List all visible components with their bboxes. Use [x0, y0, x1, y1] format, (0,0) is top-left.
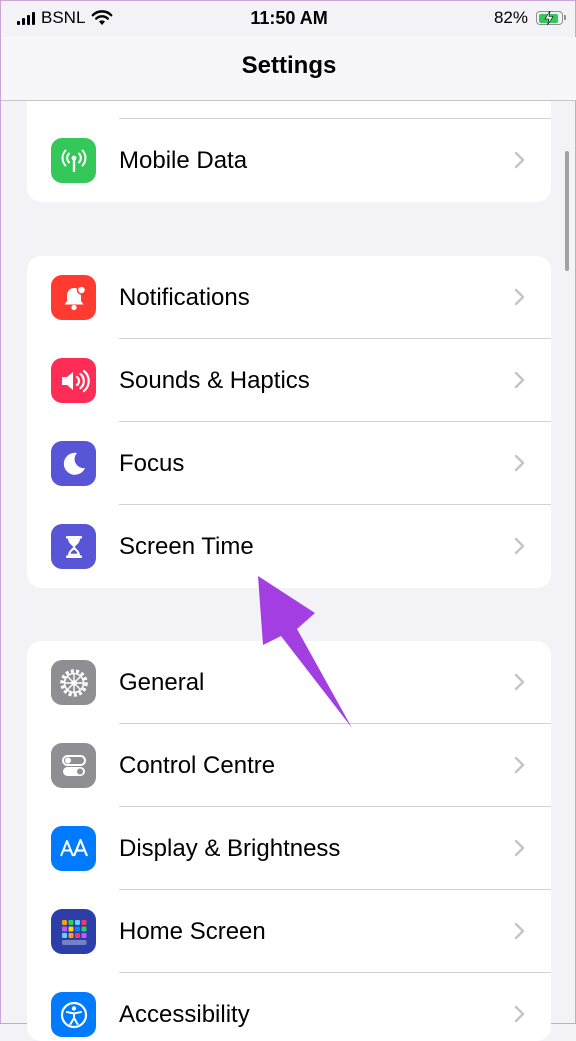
- sounds-icon-tile: [51, 358, 96, 403]
- general-icon-tile: [51, 660, 96, 705]
- display-icon-tile: [51, 826, 96, 871]
- battery-charging-icon: [536, 11, 566, 25]
- settings-row-label: Sounds & Haptics: [119, 367, 310, 394]
- scroll-indicator[interactable]: [565, 151, 569, 271]
- settings-row-label: Screen Time: [119, 533, 254, 560]
- speaker-icon: [61, 369, 90, 392]
- settings-row-label: Notifications: [119, 284, 250, 311]
- chevron-right-icon: [514, 454, 525, 472]
- status-right: 82%: [493, 8, 566, 28]
- hourglass-icon: [65, 535, 82, 558]
- settings-row-label: Home Screen: [119, 918, 266, 945]
- chevron-right-icon: [514, 288, 525, 306]
- toggles-icon: [61, 754, 86, 776]
- settings-row-screen-time[interactable]: Screen Time: [27, 505, 551, 588]
- nav-header: Settings: [1, 37, 576, 101]
- settings-row-mobile-data[interactable]: Mobile Data: [27, 119, 551, 202]
- accessibility-icon: [60, 1001, 87, 1028]
- chevron-right-icon: [514, 151, 525, 169]
- gear-icon: [59, 668, 88, 697]
- battery-percent: 82%: [493, 8, 528, 27]
- settings-row-label: Mobile Data: [119, 147, 248, 174]
- settings-row-label: Control Centre: [119, 752, 276, 779]
- settings-group-notifications: Notifications Sounds & Haptics Focus Scr…: [27, 256, 551, 588]
- settings-group-connectivity: Mobile Data: [27, 101, 551, 202]
- home-screen-icon-tile: [51, 909, 96, 954]
- settings-row-display-brightness[interactable]: Display & Brightness: [27, 807, 551, 890]
- moon-icon: [63, 452, 85, 475]
- settings-row-sounds-haptics[interactable]: Sounds & Haptics: [27, 339, 551, 422]
- accessibility-icon-tile: [51, 992, 96, 1037]
- settings-row-home-screen[interactable]: Home Screen: [27, 890, 551, 973]
- settings-row-label: Accessibility: [119, 1001, 250, 1028]
- page-title: Settings: [241, 52, 337, 79]
- chevron-right-icon: [514, 371, 525, 389]
- app-grid-icon: [61, 919, 86, 945]
- mobile-data-icon-tile: [51, 138, 96, 183]
- settings-row-label: Focus: [119, 450, 185, 477]
- antenna-icon: [61, 149, 86, 172]
- chevron-right-icon: [514, 839, 525, 857]
- focus-icon-tile: [51, 441, 96, 486]
- chevron-right-icon: [514, 537, 525, 555]
- notifications-icon-tile: [51, 275, 96, 320]
- settings-row-label: General: [119, 669, 205, 696]
- status-time: 11:50 AM: [250, 8, 328, 28]
- chevron-right-icon: [514, 756, 525, 774]
- settings-row-notifications[interactable]: Notifications: [27, 256, 551, 339]
- chevron-right-icon: [514, 922, 525, 940]
- chevron-right-icon: [514, 1005, 525, 1023]
- settings-row-control-centre[interactable]: Control Centre: [27, 724, 551, 807]
- settings-row-accessibility[interactable]: Accessibility: [27, 973, 551, 1041]
- chevron-right-icon: [514, 673, 525, 691]
- settings-group-general: General Control Centre Display & Brightn…: [27, 641, 551, 1041]
- bell-icon: [64, 284, 86, 310]
- text-size-icon: [59, 838, 88, 856]
- settings-row-label: Display & Brightness: [119, 835, 341, 862]
- status-bar: BSNL 11:50 AM 82%: [1, 1, 576, 37]
- screen-time-icon-tile: [51, 524, 96, 569]
- settings-row-focus[interactable]: Focus: [27, 422, 551, 505]
- settings-row-general[interactable]: General: [27, 641, 551, 724]
- control-centre-icon-tile: [51, 743, 96, 788]
